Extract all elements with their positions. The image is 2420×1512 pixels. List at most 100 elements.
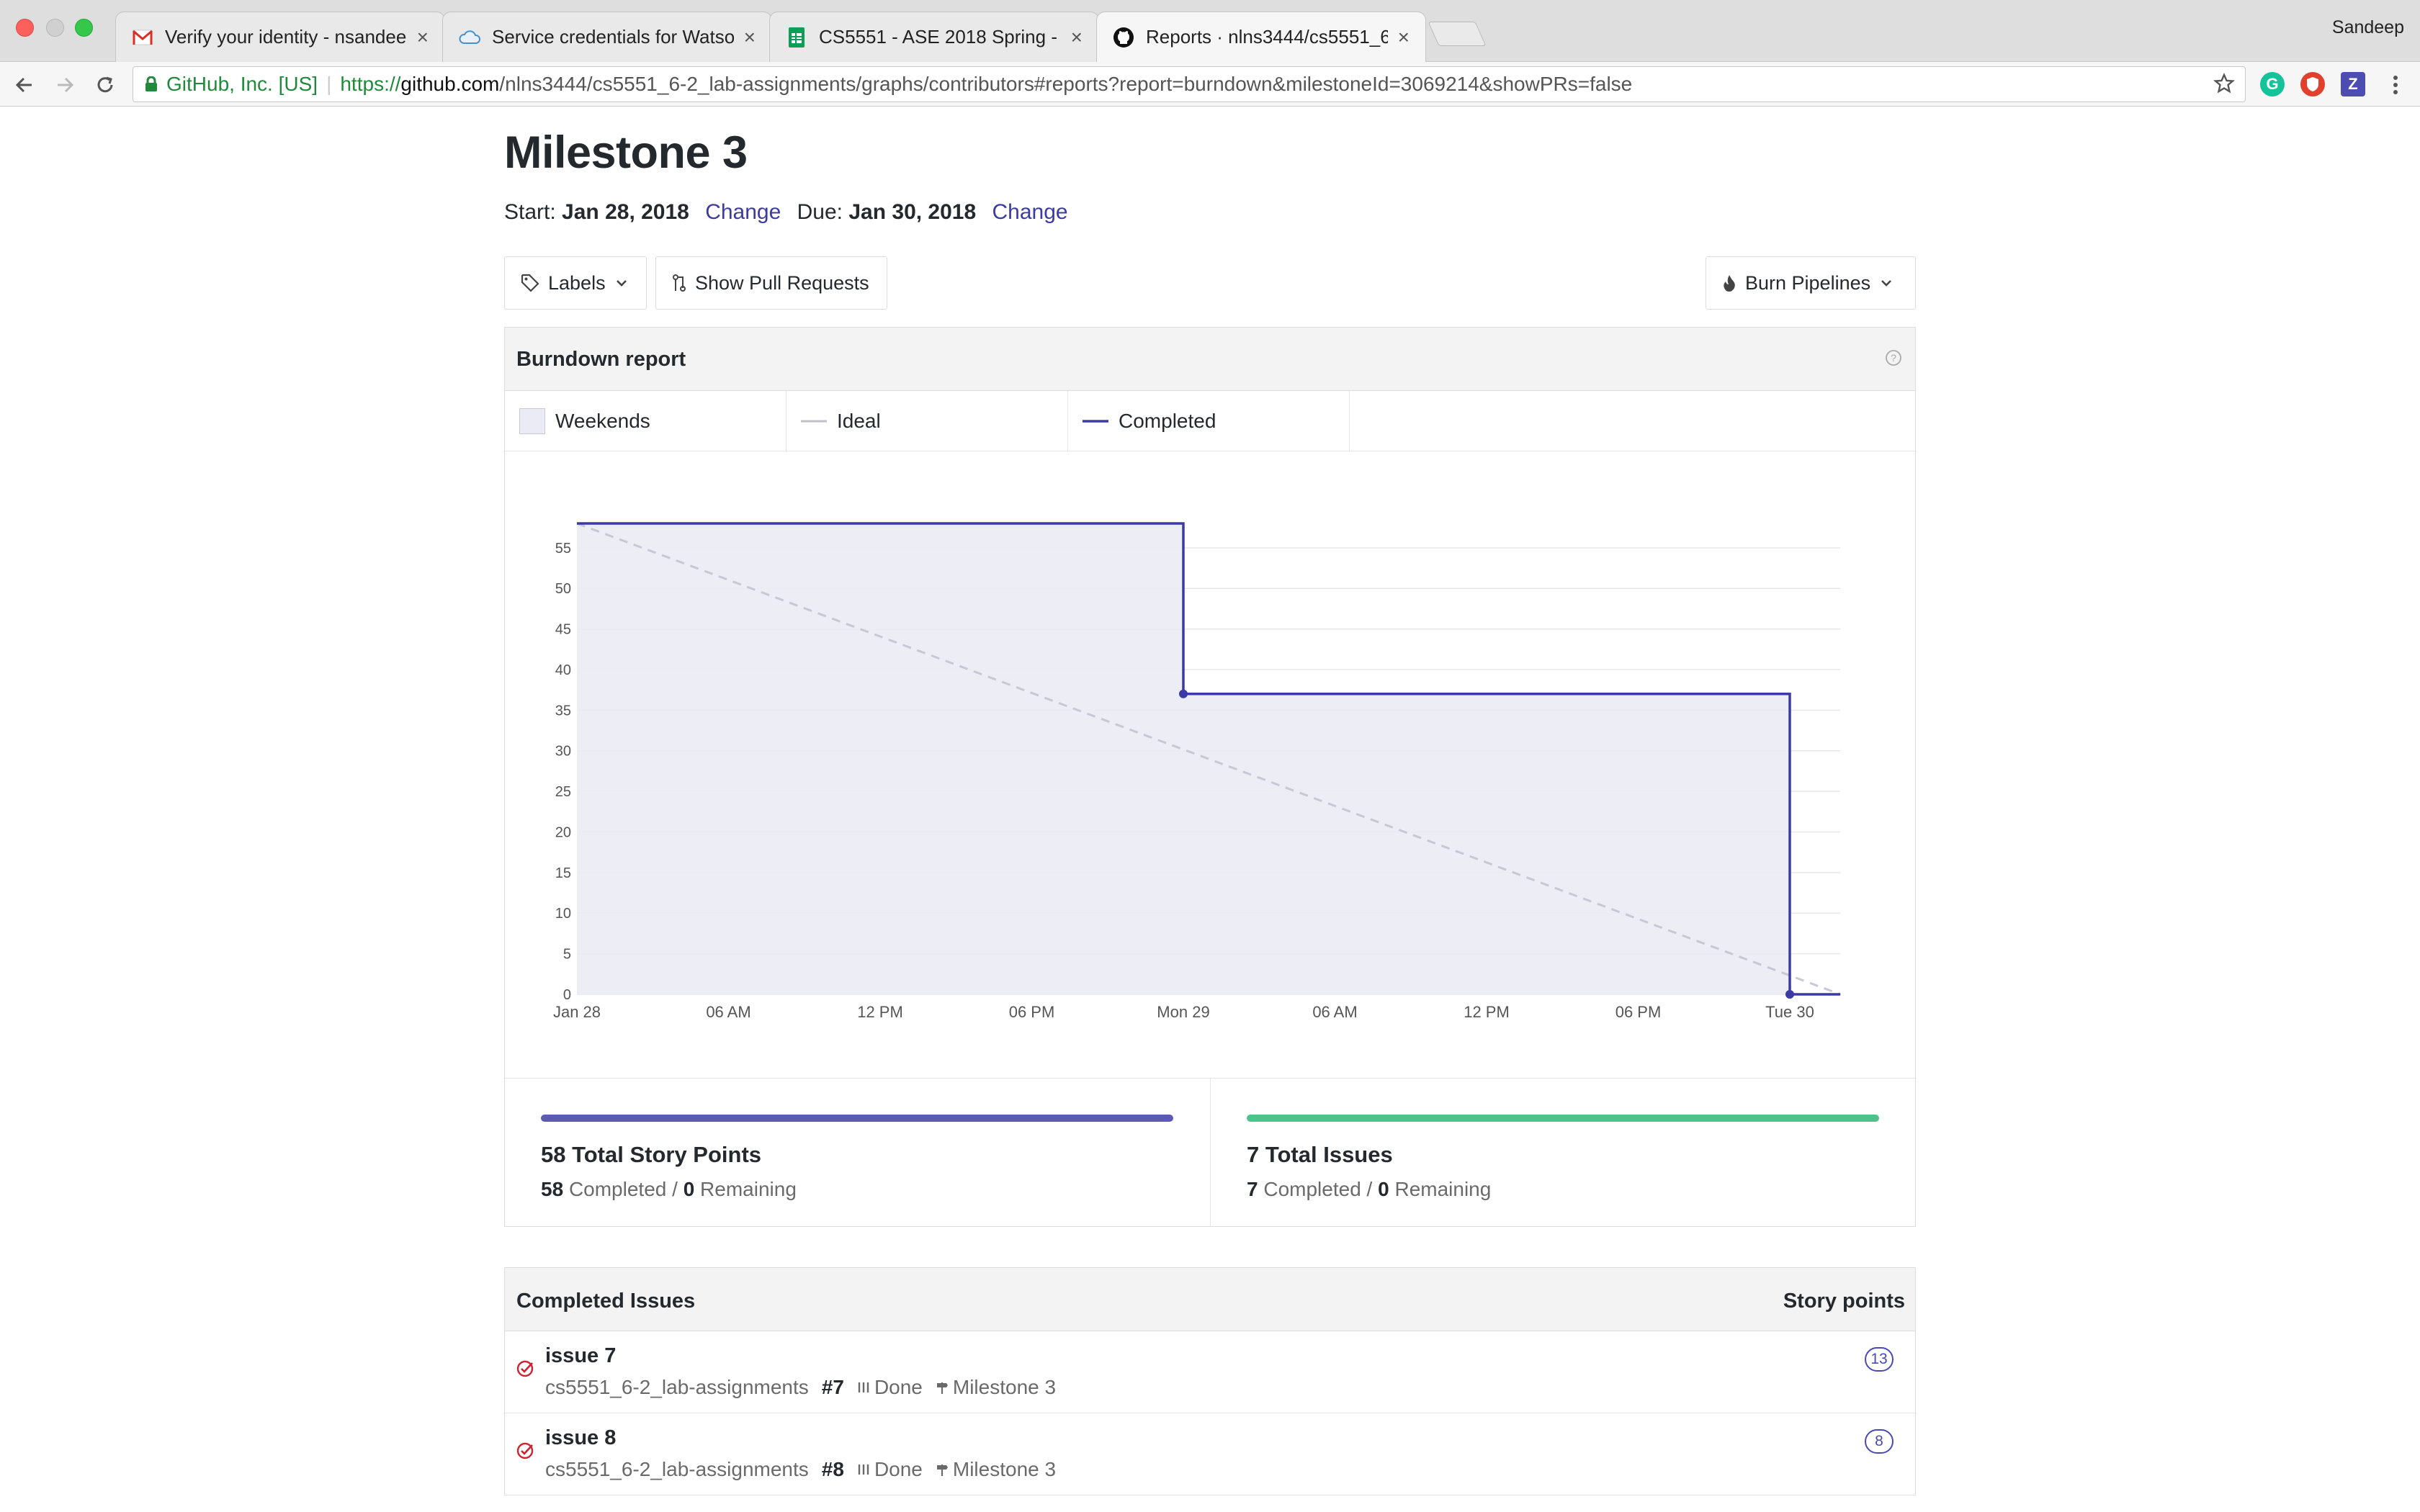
show-pull-requests-button[interactable]: Show Pull Requests: [655, 256, 887, 310]
issues-stat: 7 Total Issues 7 Completed / 0 Remaining: [1210, 1079, 1915, 1227]
github-icon: [1113, 27, 1134, 48]
zenhub-extension-icon[interactable]: Z: [2341, 72, 2365, 96]
tab-title: Reports · nlns3444/cs5551_6-: [1146, 26, 1388, 48]
story-points-total: 58 Total Story Points: [541, 1142, 762, 1167]
legend-item-weekends[interactable]: Weekends: [505, 391, 786, 451]
completed-word: Completed /: [568, 1178, 678, 1200]
completed-issues-header: Completed Issues Story points: [505, 1268, 1915, 1331]
issue-pipeline: Done: [874, 1376, 923, 1398]
closed-issue-icon: [515, 1359, 535, 1382]
burn-pipelines-button[interactable]: Burn Pipelines: [1706, 256, 1916, 310]
issue-milestone: Milestone 3: [952, 1458, 1057, 1480]
story-points-breakdown: 58 Completed / 0 Remaining: [541, 1178, 797, 1201]
chart-legend: Weekends Ideal Completed: [505, 391, 1915, 451]
change-start-link[interactable]: Change: [705, 200, 781, 224]
tag-icon: [521, 274, 539, 292]
forward-arrow-icon: [58, 77, 74, 93]
address-bar[interactable]: GitHub, Inc. [US] | https:// github.com …: [133, 66, 2246, 102]
issue-meta: cs5551_6-2_lab-assignments #8 Done Miles…: [545, 1458, 1056, 1481]
profile-name[interactable]: Sandeep: [2332, 17, 2404, 38]
y-tick-label: 20: [555, 824, 571, 840]
browser-tab-active[interactable]: Reports · nlns3444/cs5551_6- ×: [1096, 12, 1426, 62]
url-host: github.com: [400, 73, 500, 95]
completed-issues-panel: Completed Issues Story points issue 7 cs…: [504, 1267, 1916, 1495]
show-pull-requests-label: Show Pull Requests: [695, 271, 869, 294]
story-points-badge: 13: [1865, 1347, 1894, 1372]
browser-tab[interactable]: Verify your identity - nsandeep ×: [115, 12, 445, 62]
y-tick-label: 10: [555, 906, 571, 922]
due-label: Due:: [797, 200, 843, 224]
milestone-icon: [936, 1462, 949, 1477]
issue-row[interactable]: issue 8 cs5551_6-2_lab-assignments #8 Do…: [505, 1413, 1915, 1495]
y-tick-label: 5: [563, 947, 571, 963]
minimize-window-button[interactable]: [46, 19, 64, 37]
y-tick-label: 55: [555, 541, 571, 557]
legend-item-ideal[interactable]: Ideal: [786, 391, 1068, 451]
ideal-line-swatch: [801, 420, 827, 422]
new-tab-button[interactable]: [1428, 22, 1487, 46]
tab-title: Service credentials for Watson: [492, 26, 734, 48]
story-points-stat: 58 Total Story Points 58 Completed / 0 R…: [505, 1079, 1210, 1227]
close-tab-icon[interactable]: ×: [417, 26, 429, 49]
issue-number: #8: [821, 1458, 844, 1480]
shield-extension-icon[interactable]: [2300, 72, 2325, 96]
x-tick-label: Tue 30: [1765, 1003, 1814, 1021]
issues-total: 7 Total Issues: [1247, 1142, 1393, 1167]
url-path: /nlns3444/cs5551_6-2_lab-assignments/gra…: [499, 73, 1633, 95]
close-tab-icon[interactable]: ×: [1071, 26, 1083, 49]
grammarly-extension-icon[interactable]: G: [2260, 72, 2285, 96]
bookmark-star-icon[interactable]: [2213, 73, 2236, 99]
issue-row[interactable]: issue 7 cs5551_6-2_lab-assignments #7 Do…: [505, 1331, 1915, 1413]
x-tick-label: Mon 29: [1157, 1003, 1209, 1021]
cloud-icon: [459, 27, 480, 48]
summary-stats: 58 Total Story Points 58 Completed / 0 R…: [505, 1078, 1915, 1227]
issue-repo: cs5551_6-2_lab-assignments: [545, 1458, 809, 1480]
issue-meta: cs5551_6-2_lab-assignments #7 Done Miles…: [545, 1376, 1056, 1399]
close-tab-icon[interactable]: ×: [1398, 26, 1410, 49]
sheets-icon: [786, 27, 807, 48]
issue-title[interactable]: issue 8: [545, 1426, 616, 1450]
browser-tab[interactable]: CS5551 - ASE 2018 Spring - G ×: [769, 12, 1099, 62]
flame-icon: [1722, 274, 1736, 292]
browser-menu-icon[interactable]: [2381, 71, 2410, 99]
back-arrow-icon: [15, 77, 32, 93]
maximize-window-button[interactable]: [75, 19, 93, 37]
forward-button[interactable]: [50, 71, 79, 99]
issue-title[interactable]: issue 7: [545, 1344, 616, 1368]
x-tick-label: 06 AM: [1312, 1003, 1357, 1021]
browser-toolbar: GitHub, Inc. [US] | https:// github.com …: [0, 62, 2420, 107]
change-due-link[interactable]: Change: [992, 200, 1068, 224]
y-tick-label: 35: [555, 703, 571, 719]
y-tick-label: 30: [555, 744, 571, 760]
close-tab-icon[interactable]: ×: [744, 26, 756, 49]
x-tick-label: 06 PM: [1615, 1003, 1662, 1021]
story-points-progress-bar: [541, 1115, 1173, 1122]
reload-icon: [97, 76, 113, 93]
labels-button[interactable]: Labels: [504, 256, 647, 310]
legend-label: Completed: [1119, 409, 1216, 432]
address-separator: |: [326, 73, 332, 95]
close-window-button[interactable]: [16, 19, 34, 37]
issue-milestone: Milestone 3: [952, 1376, 1057, 1398]
milestone-icon: [936, 1380, 949, 1395]
weekends-swatch: [519, 408, 545, 434]
legend-item-completed[interactable]: Completed: [1068, 391, 1350, 451]
remaining-count: 0: [683, 1178, 695, 1200]
browser-tab[interactable]: Service credentials for Watson ×: [442, 12, 772, 62]
chevron-down-icon: [1881, 279, 1892, 287]
help-icon[interactable]: ?: [1885, 349, 1902, 370]
legend-label: Ideal: [837, 409, 881, 432]
start-date: Jan 28, 2018: [562, 200, 689, 224]
page-title: Milestone 3: [504, 127, 748, 178]
pipeline-icon: [857, 1462, 870, 1477]
x-tick-label: 06 AM: [706, 1003, 750, 1021]
burndown-report-title: Burndown report: [516, 348, 686, 371]
reload-button[interactable]: [91, 71, 120, 99]
completed-point: [1179, 689, 1188, 698]
issue-repo: cs5551_6-2_lab-assignments: [545, 1376, 809, 1398]
back-button[interactable]: [10, 71, 39, 99]
x-tick-label: 12 PM: [857, 1003, 903, 1021]
completed-count: 58: [541, 1178, 564, 1200]
browser-tab-bar: Verify your identity - nsandeep × Servic…: [0, 0, 2420, 62]
y-tick-label: 40: [555, 662, 571, 678]
